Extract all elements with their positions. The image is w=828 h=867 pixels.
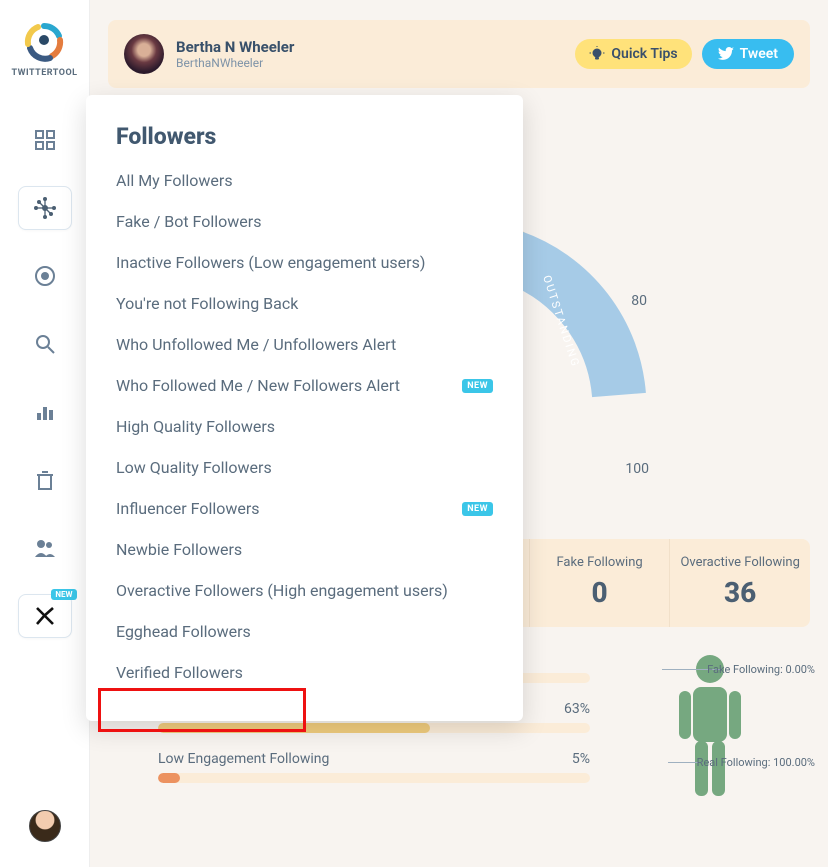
engagement-low-pct: 5%	[572, 751, 590, 767]
nav-network[interactable]	[18, 186, 72, 230]
fake-following-callout: Fake Following: 0.00%	[707, 663, 815, 676]
real-following-callout: Real Following: 100.00%	[697, 756, 815, 769]
trash-icon	[34, 469, 56, 491]
stat-overactive-following-value: 36	[678, 576, 802, 609]
search-icon	[34, 333, 56, 355]
dropdown-title: Followers	[86, 123, 523, 160]
nav-icons: NEW	[18, 118, 72, 638]
dropdown-item-inactive-followers[interactable]: Inactive Followers (Low engagement users…	[86, 242, 523, 283]
app-name: TWITTERTOOL	[11, 68, 77, 78]
dashboard-icon	[33, 128, 57, 152]
nav-target[interactable]	[18, 254, 72, 298]
dropdown-item-verified-followers[interactable]: Verified Followers	[86, 652, 523, 693]
x-icon	[34, 605, 56, 627]
stat-fake-following: Fake Following 0	[529, 539, 670, 627]
new-badge: NEW	[462, 502, 493, 516]
dropdown-item-low-quality-followers[interactable]: Low Quality Followers	[86, 447, 523, 488]
nav-users[interactable]	[18, 526, 72, 570]
dropdown-item-egghead-followers[interactable]: Egghead Followers	[86, 611, 523, 652]
tweet-button[interactable]: Tweet	[702, 39, 794, 69]
tweet-label: Tweet	[740, 46, 778, 62]
new-badge: NEW	[51, 589, 76, 600]
following-composition-figure: Fake Following: 0.00% Real Following: 10…	[610, 651, 810, 801]
dropdown-item-high-quality-followers[interactable]: High Quality Followers	[86, 406, 523, 447]
dropdown-item-influencer-followers[interactable]: Influencer FollowersNEW	[86, 488, 523, 529]
profile-name: Bertha N Wheeler	[176, 38, 294, 56]
dropdown-item-newbie-followers[interactable]: Newbie Followers	[86, 529, 523, 570]
stat-overactive-following-label: Overactive Following	[678, 555, 802, 570]
nav-search[interactable]	[18, 322, 72, 366]
twitter-bird-icon	[718, 47, 734, 61]
dropdown-item-all-my-followers[interactable]: All My Followers	[86, 160, 523, 201]
profile-handle: BerthaNWheeler	[176, 56, 294, 70]
sidebar: TWITTERTOOL	[0, 0, 90, 867]
bar-chart-icon	[34, 401, 56, 423]
nav-delete[interactable]	[18, 458, 72, 502]
nav-dashboard[interactable]	[18, 118, 72, 162]
dropdown-item-new-followers-alert[interactable]: Who Followed Me / New Followers AlertNEW	[86, 365, 523, 406]
new-badge: NEW	[462, 379, 493, 393]
app-logo[interactable]: TWITTERTOOL	[11, 20, 77, 78]
quick-tips-button[interactable]: Quick Tips	[575, 39, 691, 69]
quick-tips-label: Quick Tips	[611, 46, 677, 62]
stat-fake-following-label: Fake Following	[538, 555, 662, 570]
engagement-mid-pct: 63%	[564, 701, 590, 717]
gauge-tick-100: 100	[625, 461, 649, 477]
users-icon	[33, 537, 57, 559]
dropdown-item-unfollowers-alert[interactable]: Who Unfollowed Me / Unfollowers Alert	[86, 324, 523, 365]
nav-analytics[interactable]	[18, 390, 72, 434]
profile-block[interactable]: Bertha N Wheeler BerthaNWheeler	[124, 34, 294, 74]
user-avatar-footer[interactable]	[29, 810, 61, 842]
dropdown-item-not-following-back[interactable]: You're not Following Back	[86, 283, 523, 324]
nav-x[interactable]: NEW	[18, 594, 72, 638]
header-bar: Bertha N Wheeler BerthaNWheeler Quick Ti…	[108, 20, 810, 88]
followers-dropdown: Followers All My Followers Fake / Bot Fo…	[86, 95, 523, 721]
engagement-low-label: Low Engagement Following	[158, 751, 329, 767]
target-icon	[34, 265, 56, 287]
network-icon	[32, 195, 58, 221]
lightbulb-icon	[589, 46, 605, 62]
gauge-tick-80: 80	[631, 293, 647, 309]
stat-fake-following-value: 0	[538, 576, 662, 609]
profile-avatar	[124, 34, 164, 74]
dropdown-item-fake-bot-followers[interactable]: Fake / Bot Followers	[86, 201, 523, 242]
dropdown-item-overactive-followers[interactable]: Overactive Followers (High engagement us…	[86, 570, 523, 611]
stat-overactive-following: Overactive Following 36	[669, 539, 810, 627]
engagement-row-low: Low Engagement Following 5%	[158, 751, 590, 783]
logo-icon	[22, 20, 66, 64]
